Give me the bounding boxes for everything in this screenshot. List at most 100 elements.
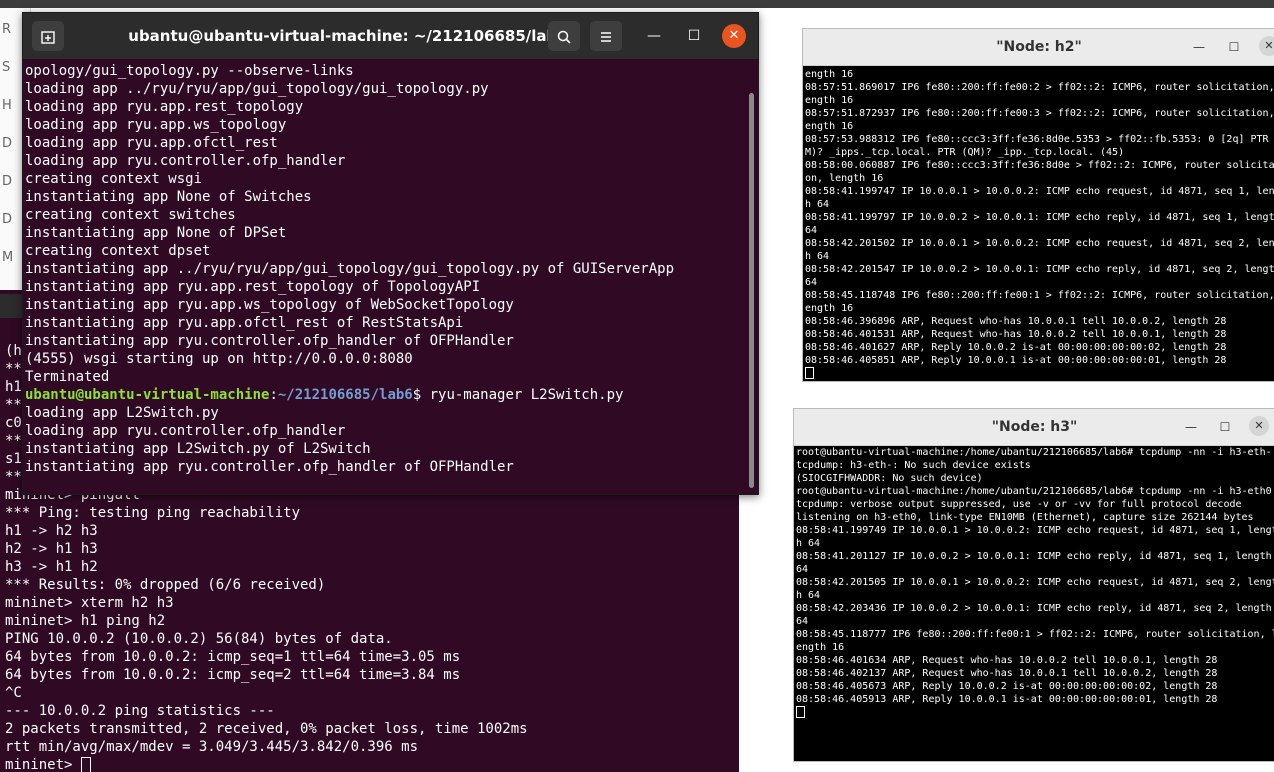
terminal-line: h 64 [796, 590, 821, 601]
terminal-line: creating context switches [25, 207, 236, 223]
bg-letter: H [2, 98, 12, 113]
terminal-line: h3 -> h1 h2 [5, 559, 98, 575]
prompt-command: $ ryu-manager L2Switch.py [412, 387, 624, 403]
terminal-line: 64 [796, 564, 809, 575]
maximize-button[interactable]: ☐ [682, 24, 706, 48]
terminal-line: 08:58:41.201127 IP 10.0.0.2 > 10.0.0.1: … [796, 551, 1272, 562]
terminal-line: tcpdump: h3-eth-: No such device exists [796, 460, 1031, 471]
terminal-line: root@ubantu-virtual-machine:/home/ubantu… [796, 447, 1272, 458]
bg-letter: S [2, 60, 11, 75]
menu-button[interactable] [590, 21, 622, 51]
terminal-line: tcpdump: verbose output suppressed, use … [796, 499, 1242, 510]
terminal-line: 08:58:46.405851 ARP, Reply 10.0.0.1 is-a… [805, 355, 1227, 366]
terminal-line: listening on h3-eth0, link-type EN10MB (… [796, 512, 1254, 523]
xterm-h3-window[interactable]: "Node: h3" — ☐ ✕ root@ubantu-virtual-mac… [793, 408, 1274, 762]
terminal-line: instantiating app None of Switches [25, 189, 312, 205]
terminal-line: *** Results: 0% dropped (6/6 received) [5, 577, 326, 593]
terminal-line: 08:57:53.988312 IP6 fe80::ccc3:3ff:fe36:… [805, 134, 1274, 145]
close-button[interactable]: ✕ [722, 24, 746, 48]
terminal-line: ength 16 [805, 95, 854, 106]
terminal-line: 08:58:42.203436 IP 10.0.0.2 > 10.0.0.1: … [796, 603, 1272, 614]
prompt-line[interactable]: mininet> [5, 756, 528, 772]
terminal-line: loading app ../ryu/ryu/app/gui_topology/… [25, 81, 489, 97]
terminal-line: loading app ryu.app.ws_topology [25, 117, 287, 133]
terminal-scrollbar[interactable] [749, 93, 754, 488]
xterm-h2-output[interactable]: ength 1608:57:51.869017 IP6 fe80::200:ff… [805, 68, 1274, 380]
terminal-line: 08:58:46.405673 ARP, Reply 10.0.0.2 is-a… [796, 681, 1218, 692]
terminal-line: ength 16 [796, 642, 845, 653]
xterm-h3-title: "Node: h3" [991, 419, 1078, 435]
terminal-line: 08:58:00.060887 IP6 fe80::ccc3:3ff:fe36:… [805, 160, 1274, 171]
terminal-line: instantiating app ryu.controller.ofp_han… [25, 333, 514, 349]
mininet-lines: mininet> pingall *** Ping: testing ping r… [5, 486, 528, 772]
terminal-line: h 64 [796, 538, 821, 549]
terminal-line: instantiating app ryu.app.rest_topology … [25, 279, 481, 295]
terminal-line: Terminated [25, 369, 110, 385]
terminal-line: h 64 [805, 251, 830, 262]
close-button[interactable]: ✕ [1259, 36, 1274, 56]
terminal-line: 08:58:41.199749 IP 10.0.0.1 > 10.0.0.2: … [796, 525, 1274, 536]
ryu-terminal-output[interactable]: opology/gui_topology.py --observe-links l… [25, 62, 674, 476]
bg-letter: D [2, 212, 13, 227]
terminal-line: (4555) wsgi starting up on http://0.0.0.… [25, 351, 413, 367]
terminal-line: PING 10.0.0.2 (10.0.0.2) 56(84) bytes of… [5, 631, 393, 647]
terminal-line: 08:58:46.405913 ARP, Reply 10.0.0.1 is-a… [796, 694, 1218, 705]
bg-letter: D [2, 174, 13, 189]
close-button[interactable]: ✕ [1249, 416, 1269, 436]
terminal-line: 08:58:41.199747 IP 10.0.0.1 > 10.0.0.2: … [805, 186, 1274, 197]
terminal-line: 64 [805, 225, 818, 236]
xterm-h2-titlebar[interactable]: "Node: h2" — ☐ ✕ [803, 29, 1274, 66]
xterm-h2-window[interactable]: "Node: h2" — ☐ ✕ ength 1608:57:51.869017… [802, 28, 1274, 382]
terminal-line: loading app ryu.controller.ofp_handler [25, 153, 346, 169]
terminal-line: opology/gui_topology.py --observe-links [25, 63, 354, 79]
maximize-button[interactable]: ☐ [1223, 36, 1245, 58]
terminal-line: 08:58:41.199797 IP 10.0.0.2 > 10.0.0.1: … [805, 212, 1274, 223]
hamburger-menu-icon [601, 31, 611, 42]
cursor-line [805, 367, 1274, 380]
xterm-h3-output[interactable]: root@ubantu-virtual-machine:/home/ubantu… [796, 446, 1274, 719]
terminal-titlebar[interactable]: ubantu@ubantu-virtual-machine: ~/2121066… [23, 13, 758, 59]
maximize-button[interactable]: ☐ [1214, 416, 1236, 438]
terminal-line: 08:58:42.201502 IP 10.0.0.1 > 10.0.0.2: … [805, 238, 1274, 249]
ryu-terminal-window[interactable]: ubantu@ubantu-virtual-machine: ~/2121066… [22, 12, 759, 495]
minimize-button[interactable]: — [642, 24, 666, 48]
cursor-line [796, 706, 1274, 719]
terminal-line: ength 16 [805, 121, 854, 132]
terminal-line: 08:57:51.869017 IP6 fe80::200:ff:fe00:2 … [805, 82, 1274, 93]
minimize-button[interactable]: — [1180, 416, 1202, 438]
prompt-path: ~/212106685/lab6 [277, 387, 413, 403]
terminal-line: ^C [5, 685, 22, 701]
prompt-user: ubantu@ubantu-virtual-machine [25, 387, 270, 403]
prompt-colon: : [269, 387, 278, 403]
terminal-line: h 64 [805, 199, 830, 210]
terminal-line: 64 [805, 277, 818, 288]
search-icon [557, 30, 571, 44]
terminal-line: M)? _ipps._tcp.local. PTR (QM)? _ipp._tc… [805, 147, 1125, 158]
search-button[interactable] [548, 21, 580, 51]
terminal-line: ength 16 [805, 303, 854, 314]
terminal-line: h2 -> h1 h3 [5, 541, 98, 557]
terminal-line: (SIOCGIFHWADDR: No such device) [796, 473, 983, 484]
top-panel [0, 0, 1274, 8]
terminal-line: mininet> h1 ping h2 [5, 613, 166, 629]
terminal-line: --- 10.0.0.2 ping statistics --- [5, 703, 275, 719]
terminal-line: instantiating app ryu.controller.ofp_han… [25, 459, 514, 475]
terminal-line: instantiating app ../ryu/ryu/app/gui_top… [25, 261, 675, 277]
terminal-line: instantiating app None of DPSet [25, 225, 287, 241]
terminal-line: instantiating app ryu.app.ws_topology of… [25, 297, 514, 313]
cursor [805, 367, 814, 379]
terminal-line: on, length 16 [805, 173, 884, 184]
cursor [80, 757, 91, 772]
terminal-line: h1 -> h2 h3 [5, 523, 98, 539]
mininet-prompt: mininet> [5, 757, 81, 772]
terminal-line: 2 packets transmitted, 2 received, 0% pa… [5, 721, 528, 737]
terminal-line: ength 16 [805, 69, 854, 80]
terminal-line: loading app ryu.controller.ofp_handler [25, 423, 346, 439]
xterm-h3-titlebar[interactable]: "Node: h3" — ☐ ✕ [794, 409, 1274, 446]
minimize-button[interactable]: — [1188, 36, 1210, 58]
terminal-line: creating context wsgi [25, 171, 203, 187]
terminal-line: 08:57:51.872937 IP6 fe80::200:ff:fe00:3 … [805, 108, 1274, 119]
terminal-line: mininet> xterm h2 h3 [5, 595, 174, 611]
terminal-line: rtt min/avg/max/mdev = 3.049/3.445/3.842… [5, 739, 419, 755]
terminal-line: 64 bytes from 10.0.0.2: icmp_seq=1 ttl=6… [5, 649, 461, 665]
